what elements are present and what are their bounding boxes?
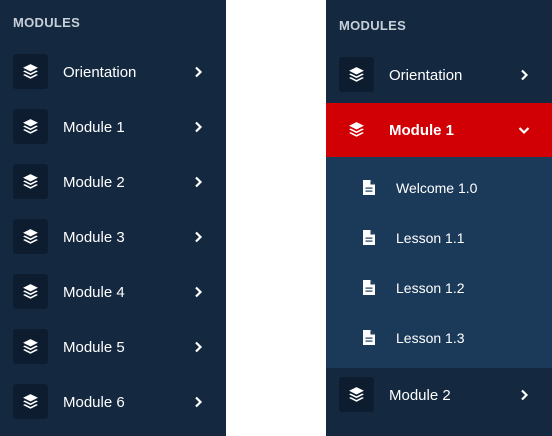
- modules-sidebar-expanded: MODULES Orientation Module 1 Welcome 1.0…: [326, 0, 552, 436]
- sidebar-item-module-2[interactable]: Module 2: [0, 155, 226, 210]
- layers-icon: [13, 164, 48, 199]
- layers-icon: [13, 219, 48, 254]
- modules-sidebar-collapsed: MODULES Orientation Module 1 Module 2 Mo…: [0, 0, 226, 436]
- submenu-item-label: Lesson 1.1: [396, 230, 465, 246]
- chevron-down-icon: [518, 127, 530, 135]
- sidebar-item-orientation[interactable]: Orientation: [326, 48, 552, 103]
- sidebar-item-module-2[interactable]: Module 2: [326, 368, 552, 423]
- submenu-item-lesson-1-2[interactable]: Lesson 1.2: [326, 263, 552, 313]
- sidebar-item-label: Orientation: [389, 67, 463, 84]
- submenu-item-lesson-1-1[interactable]: Lesson 1.1: [326, 213, 552, 263]
- module-1-submenu: Welcome 1.0 Lesson 1.1 Lesson 1.2 Lesson…: [326, 157, 552, 368]
- layers-icon: [13, 384, 48, 419]
- sidebar-item-module-4[interactable]: Module 4: [0, 265, 226, 320]
- sidebar-item-label: Orientation: [63, 64, 137, 81]
- chevron-right-icon: [195, 286, 203, 298]
- chevron-right-icon: [521, 69, 529, 81]
- chevron-right-icon: [195, 341, 203, 353]
- document-icon: [363, 280, 375, 295]
- layers-icon: [339, 57, 374, 92]
- sidebar-item-label: Module 4: [63, 284, 125, 301]
- submenu-item-label: Lesson 1.2: [396, 280, 465, 296]
- sidebar-item-label: Module 6: [63, 394, 125, 411]
- sidebar-item-module-3[interactable]: Module 3: [0, 210, 226, 265]
- chevron-right-icon: [195, 396, 203, 408]
- sidebar-item-label: Module 2: [389, 387, 451, 404]
- layers-icon: [13, 329, 48, 364]
- layers-icon: [339, 377, 374, 412]
- document-icon: [363, 180, 375, 195]
- layers-icon: [13, 274, 48, 309]
- submenu-item-welcome-1-0[interactable]: Welcome 1.0: [326, 163, 552, 213]
- layers-icon: [13, 54, 48, 89]
- sidebar-item-label: Module 1: [389, 122, 455, 139]
- chevron-right-icon: [195, 121, 203, 133]
- sidebar-item-module-5[interactable]: Module 5: [0, 320, 226, 375]
- submenu-item-label: Lesson 1.3: [396, 330, 465, 346]
- sidebar-item-module-6[interactable]: Module 6: [0, 375, 226, 430]
- chevron-right-icon: [195, 66, 203, 78]
- modules-header: MODULES: [339, 18, 407, 33]
- sidebar-item-label: Module 2: [63, 174, 125, 191]
- layers-icon: [339, 112, 374, 147]
- chevron-right-icon: [521, 389, 529, 401]
- document-icon: [363, 230, 375, 245]
- chevron-right-icon: [195, 176, 203, 188]
- chevron-right-icon: [195, 231, 203, 243]
- sidebar-item-module-1-active[interactable]: Module 1: [326, 103, 552, 158]
- submenu-item-lesson-1-3[interactable]: Lesson 1.3: [326, 313, 552, 363]
- sidebar-item-orientation[interactable]: Orientation: [0, 45, 226, 100]
- document-icon: [363, 330, 375, 345]
- sidebar-item-label: Module 5: [63, 339, 125, 356]
- sidebar-item-label: Module 1: [63, 119, 125, 136]
- sidebar-item-module-1[interactable]: Module 1: [0, 100, 226, 155]
- submenu-item-label: Welcome 1.0: [396, 180, 478, 196]
- layers-icon: [13, 109, 48, 144]
- modules-header: MODULES: [13, 15, 81, 30]
- sidebar-item-label: Module 3: [63, 229, 125, 246]
